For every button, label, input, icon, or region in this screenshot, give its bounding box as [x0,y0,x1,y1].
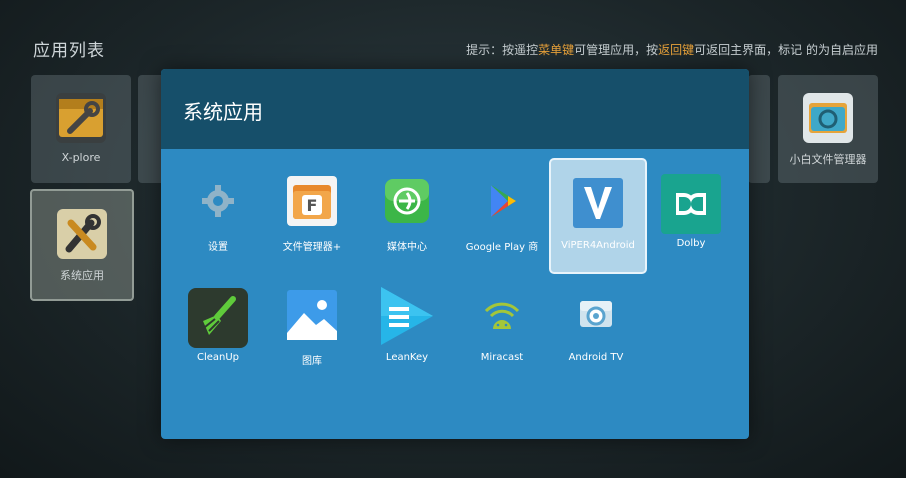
miracast-icon [476,289,528,341]
system-apps-dialog: 系统应用 设置 F 文件管理器+ 媒体中心 Google Play 商 ViPE… [161,69,749,439]
app-leankey[interactable]: LeanKey [360,275,454,387]
app-tile-label: 小白文件管理器 [789,153,867,166]
broom-icon [187,287,249,349]
viper-icon [572,177,624,229]
system-apps-icon [57,209,107,259]
dialog-title: 系统应用 [183,100,263,124]
app-tile-system-apps[interactable]: 系统应用 [30,189,134,301]
google-play-icon [476,175,528,227]
app-label: 文件管理器+ [282,242,342,253]
app-google-play[interactable]: Google Play 商 [455,161,549,273]
app-label: 媒体中心 [387,242,427,253]
app-label: Miracast [480,352,524,363]
app-file-manager[interactable]: F 文件管理器+ [265,161,359,273]
dolby-icon [660,173,722,235]
app-label: Android TV [568,352,624,363]
app-label: ViPER4Android [561,240,635,251]
app-gallery[interactable]: 图库 [265,275,359,387]
app-label: LeanKey [385,352,429,363]
gallery-icon [286,289,338,341]
xplore-icon [56,93,106,143]
app-tile-xplore[interactable]: X-plore [31,75,131,183]
app-label: CleanUp [196,352,240,363]
svg-text:F: F [307,196,318,215]
app-android-tv[interactable]: Android TV [549,275,643,387]
app-miracast[interactable]: Miracast [455,275,549,387]
app-cleanup[interactable]: CleanUp [171,275,265,387]
background-tile-hidden-right [748,75,770,183]
leankey-icon [377,285,437,347]
app-tile-xiaobai-file-manager[interactable]: 小白文件管理器 [778,75,878,183]
gear-icon [192,175,244,227]
app-media-center[interactable]: 媒体中心 [360,161,454,273]
app-settings[interactable]: 设置 [171,161,265,273]
media-center-icon [381,175,433,227]
app-label: Google Play 商 [465,242,539,253]
app-tile-label: X-plore [61,151,101,164]
xiaobai-file-manager-icon [803,93,853,143]
app-viper4android[interactable]: ViPER4Android [549,158,647,274]
file-manager-icon: F [286,175,338,227]
app-label: 图库 [302,356,322,367]
app-label: Dolby [676,238,706,249]
app-label: 设置 [208,242,228,253]
hint-text: 提示：按遥控菜单键可管理应用，按返回键可返回主界面，标记 的为自启应用 [466,43,878,57]
app-dolby[interactable]: Dolby [644,161,738,273]
app-tile-label: 系统应用 [60,269,104,282]
dialog-header: 系统应用 [161,69,749,149]
android-tv-icon [570,289,622,341]
page-title: 应用列表 [33,41,105,61]
